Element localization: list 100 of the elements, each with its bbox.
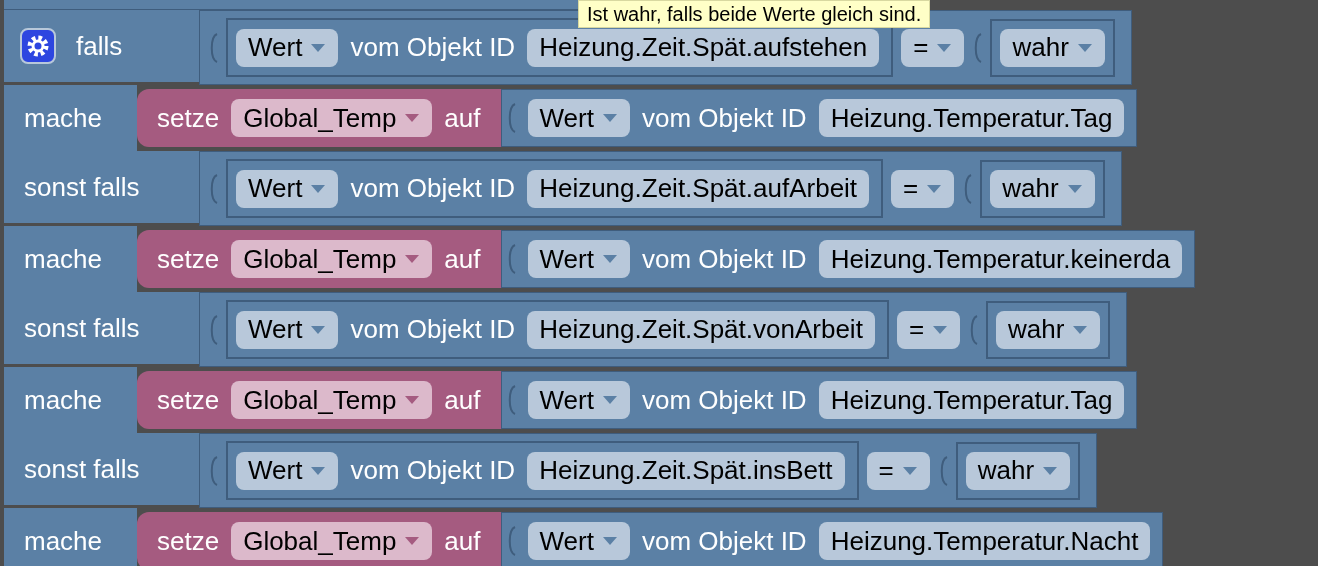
property-dropdown[interactable]: Wert: [527, 99, 630, 137]
puzzle-notch-icon: [968, 314, 979, 345]
caret-icon: [601, 536, 618, 546]
object-id-field[interactable]: Heizung.Zeit.Spät.aufstehen: [527, 28, 880, 67]
block-label: auf: [444, 242, 481, 276]
clause-label: sonst falls: [24, 170, 140, 204]
object-id-field[interactable]: Heizung.Zeit.Spät.aufArbeit: [527, 169, 870, 208]
variable-dropdown[interactable]: Global_Temp: [231, 240, 433, 278]
operator-dropdown[interactable]: =: [891, 169, 955, 208]
property-dropdown[interactable]: Wert: [236, 310, 339, 349]
block-label: setze: [157, 524, 220, 558]
caret-icon: [1072, 324, 1089, 335]
value-block[interactable]: Wert vom Objekt ID Heizung.Temperatur.keinerda: [500, 230, 1196, 288]
set-variable-block[interactable]: setze Global_Temp auf: [137, 371, 501, 429]
puzzle-notch-icon: [972, 32, 983, 63]
block-label: auf: [444, 524, 481, 558]
caret-icon: [936, 42, 953, 53]
puzzle-notch-icon: [208, 455, 218, 486]
set-variable-block[interactable]: setze Global_Temp auf: [137, 512, 501, 566]
operator-dropdown[interactable]: =: [866, 451, 930, 490]
puzzle-notch-icon: [208, 32, 218, 63]
variable-dropdown[interactable]: Global_Temp: [231, 381, 433, 419]
caret-icon: [404, 254, 421, 264]
object-id-field[interactable]: Heizung.Temperatur.Tag: [818, 381, 1125, 419]
boolean-block[interactable]: wahr: [955, 441, 1081, 500]
boolean-dropdown[interactable]: wahr: [990, 169, 1095, 208]
value-block[interactable]: Wert vom Objekt ID Heizung.Temperatur.Tag: [500, 371, 1138, 429]
caret-icon: [601, 113, 618, 123]
caret-icon: [1066, 183, 1083, 194]
object-id-field[interactable]: Heizung.Temperatur.Nacht: [818, 522, 1151, 560]
block-label: vom Objekt ID: [641, 242, 807, 276]
caret-icon: [932, 324, 949, 335]
block-label: vom Objekt ID: [641, 101, 807, 135]
property-dropdown[interactable]: Wert: [527, 381, 630, 419]
caret-icon: [1042, 465, 1059, 476]
block-label: vom Objekt ID: [350, 31, 516, 64]
block-label: vom Objekt ID: [641, 524, 807, 558]
clause-label: mache: [24, 383, 103, 417]
boolean-dropdown[interactable]: wahr: [965, 451, 1071, 490]
comparison-block[interactable]: Wert vom Objekt ID Heizung.Zeit.Spät.insBett = wahr: [199, 433, 1098, 508]
block-label: setze: [157, 242, 220, 276]
set-variable-block[interactable]: setze Global_Temp auf: [137, 89, 501, 147]
puzzle-notch-icon: [962, 173, 973, 204]
value-block[interactable]: Wert vom Objekt ID Heizung.Temperatur.Tag: [500, 89, 1138, 147]
operator-dropdown[interactable]: =: [896, 310, 961, 349]
property-dropdown[interactable]: Wert: [527, 522, 630, 560]
caret-icon: [926, 183, 943, 194]
value-block[interactable]: Wert vom Objekt ID Heizung.Zeit.Spät.aufArbeit: [226, 159, 884, 218]
caret-icon: [404, 113, 421, 123]
caret-icon: [601, 395, 618, 405]
caret-icon: [1076, 42, 1093, 53]
block-label: vom Objekt ID: [641, 383, 807, 417]
value-block[interactable]: Wert vom Objekt ID Heizung.Zeit.Spät.insBett: [226, 441, 859, 500]
block-label: auf: [444, 383, 481, 417]
caret-icon: [404, 536, 421, 546]
clause-label: sonst falls: [24, 452, 140, 486]
value-block[interactable]: Wert vom Objekt ID Heizung.Zeit.Spät.vonArbeit: [226, 300, 889, 359]
block-label: vom Objekt ID: [350, 454, 516, 487]
block-label: vom Objekt ID: [350, 172, 516, 205]
if-block[interactable]: [4, 0, 1196, 566]
clause-label: sonst falls: [24, 311, 140, 345]
caret-icon: [601, 254, 618, 264]
object-id-field[interactable]: Heizung.Zeit.Spät.insBett: [527, 451, 845, 490]
object-id-field[interactable]: Heizung.Temperatur.keinerda: [818, 240, 1183, 278]
boolean-dropdown[interactable]: wahr: [996, 310, 1101, 349]
property-dropdown[interactable]: Wert: [527, 240, 630, 278]
variable-dropdown[interactable]: Global_Temp: [231, 99, 433, 137]
block-label: setze: [157, 383, 220, 417]
boolean-block[interactable]: wahr: [990, 18, 1115, 77]
comparison-block[interactable]: Wert vom Objekt ID Heizung.Zeit.Spät.aufArbeit = wahr: [199, 151, 1122, 226]
caret-icon: [901, 465, 918, 476]
comparison-block[interactable]: Wert vom Objekt ID Heizung.Zeit.Spät.vonArbeit = wahr: [199, 292, 1128, 367]
variable-dropdown[interactable]: Global_Temp: [231, 522, 433, 560]
clause-label: mache: [24, 524, 103, 558]
puzzle-notch-icon: [208, 173, 218, 204]
caret-icon: [310, 183, 327, 194]
block-label: vom Objekt ID: [350, 313, 516, 346]
caret-icon: [404, 395, 421, 405]
boolean-block[interactable]: wahr: [986, 300, 1111, 359]
block-label: auf: [444, 101, 481, 135]
clause-label: mache: [24, 101, 103, 135]
boolean-dropdown[interactable]: wahr: [1000, 28, 1105, 67]
property-dropdown[interactable]: Wert: [236, 28, 339, 67]
operator-dropdown[interactable]: =: [901, 28, 965, 67]
caret-icon: [310, 324, 327, 335]
clause-label: mache: [24, 242, 103, 276]
caret-icon: [310, 465, 327, 476]
clause-label: falls: [76, 29, 123, 63]
caret-icon: [310, 42, 327, 53]
property-dropdown[interactable]: Wert: [236, 169, 339, 208]
boolean-block[interactable]: wahr: [980, 159, 1105, 218]
set-variable-block[interactable]: setze Global_Temp auf: [137, 230, 501, 288]
block-label: setze: [157, 101, 220, 135]
object-id-field[interactable]: Heizung.Zeit.Spät.vonArbeit: [527, 310, 875, 349]
value-block[interactable]: Wert vom Objekt ID Heizung.Temperatur.Nacht: [500, 512, 1164, 566]
object-id-field[interactable]: Heizung.Temperatur.Tag: [818, 99, 1125, 137]
tooltip: Ist wahr, falls beide Werte gleich sind.: [578, 0, 931, 28]
property-dropdown[interactable]: Wert: [236, 451, 339, 490]
settings-icon[interactable]: [20, 28, 56, 64]
puzzle-notch-icon: [208, 314, 218, 345]
